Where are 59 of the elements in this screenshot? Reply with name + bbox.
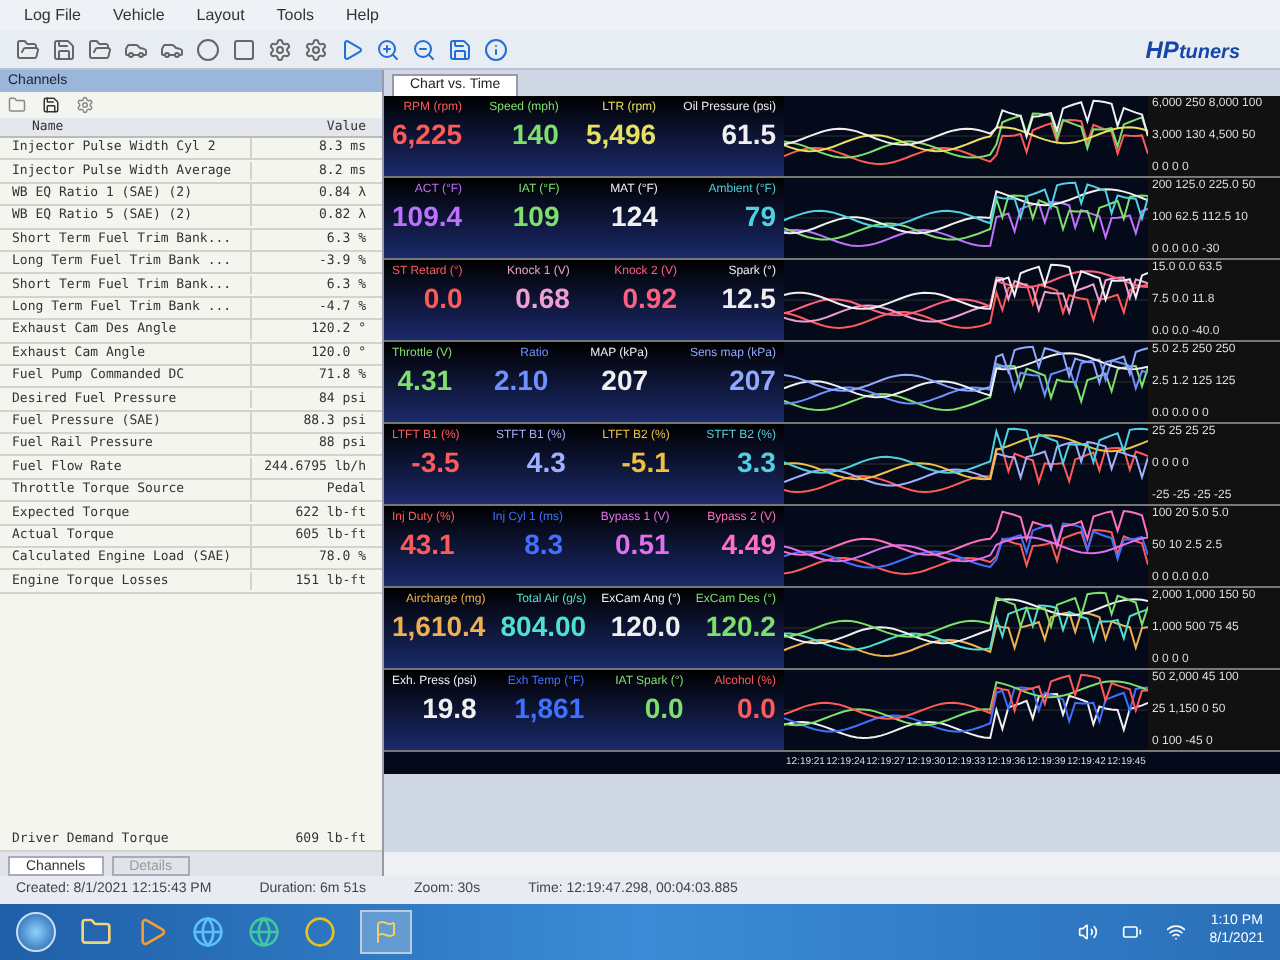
folder-icon[interactable] bbox=[80, 916, 112, 948]
menu-item[interactable]: Help bbox=[345, 3, 379, 27]
toolbar-icon[interactable] bbox=[304, 37, 328, 61]
zoom-out-icon[interactable] bbox=[412, 37, 436, 61]
gauge-value: 61.5 bbox=[721, 120, 776, 148]
gauge-value: 0.51 bbox=[615, 530, 670, 558]
gauge-value: 120.0 bbox=[610, 612, 681, 640]
start-button[interactable] bbox=[16, 912, 56, 952]
gauge-value: 19.8 bbox=[422, 694, 477, 722]
toolbar-icon[interactable] bbox=[16, 37, 40, 61]
menu-item[interactable]: Layout bbox=[196, 3, 245, 27]
gauge-value: 124 bbox=[611, 202, 658, 230]
gauge-value: 0.92 bbox=[622, 284, 677, 312]
gauge-value: 5,496 bbox=[585, 120, 657, 148]
gauge-value: -5.1 bbox=[621, 448, 670, 476]
battery-icon[interactable] bbox=[1121, 922, 1142, 942]
gauge-value: 4.49 bbox=[721, 530, 776, 558]
menu-item[interactable]: Log File bbox=[24, 3, 81, 27]
gauge-value: 0.68 bbox=[515, 284, 570, 312]
info-icon[interactable] bbox=[484, 37, 508, 61]
gauge-value: 1,861 bbox=[514, 694, 585, 722]
gauge-value: 207 bbox=[601, 366, 649, 394]
gauge-value: 6,225 bbox=[392, 120, 463, 148]
toolbar-icon[interactable] bbox=[196, 37, 220, 61]
gauge-value: 8.3 bbox=[524, 530, 564, 558]
gauge-value: 2.10 bbox=[493, 366, 549, 394]
menu-item[interactable]: Vehicle bbox=[112, 3, 165, 27]
gauge-value: 4.3 bbox=[526, 448, 566, 476]
zoom-in-icon[interactable] bbox=[376, 37, 400, 61]
logo-text: HP bbox=[1145, 33, 1179, 67]
gauge-value: 3.3 bbox=[737, 448, 776, 476]
gauge-value: -3.5 bbox=[411, 448, 460, 476]
toolbar-icon[interactable] bbox=[340, 37, 364, 61]
save-icon[interactable] bbox=[42, 96, 60, 114]
settings-icon[interactable] bbox=[76, 96, 94, 114]
gauge-value: 120.2 bbox=[705, 612, 776, 640]
gauge-value: 4.31 bbox=[397, 366, 453, 394]
volume-icon[interactable] bbox=[1077, 922, 1098, 942]
gauge-value: 140 bbox=[512, 120, 559, 148]
toolbar-icon[interactable] bbox=[88, 37, 112, 61]
folder-icon[interactable] bbox=[8, 96, 26, 114]
gauge-value: 0.0 bbox=[737, 694, 776, 722]
gauge-value: 0.0 bbox=[423, 284, 463, 312]
gauge-value: 1,610.4 bbox=[392, 612, 486, 640]
gauge-value: 79 bbox=[744, 202, 776, 230]
gauge-value: 804.00 bbox=[500, 612, 587, 640]
gauge-value: 109.4 bbox=[392, 202, 463, 230]
gauge-value: 207 bbox=[729, 366, 776, 394]
gauge-value: 43.1 bbox=[400, 530, 455, 558]
menu-item[interactable]: Tools bbox=[276, 3, 314, 27]
media-player-icon[interactable] bbox=[136, 916, 168, 948]
toolbar-icon[interactable] bbox=[268, 37, 292, 61]
gauge-value: 0.0 bbox=[644, 694, 684, 722]
toolbar-icon[interactable] bbox=[232, 37, 256, 61]
gauge-value: 12.5 bbox=[721, 284, 776, 312]
gauge-value: 109 bbox=[512, 202, 560, 230]
logo-subtext: tuners bbox=[1178, 39, 1240, 67]
toolbar-icon[interactable] bbox=[52, 37, 76, 61]
wifi-icon[interactable] bbox=[1165, 922, 1186, 942]
